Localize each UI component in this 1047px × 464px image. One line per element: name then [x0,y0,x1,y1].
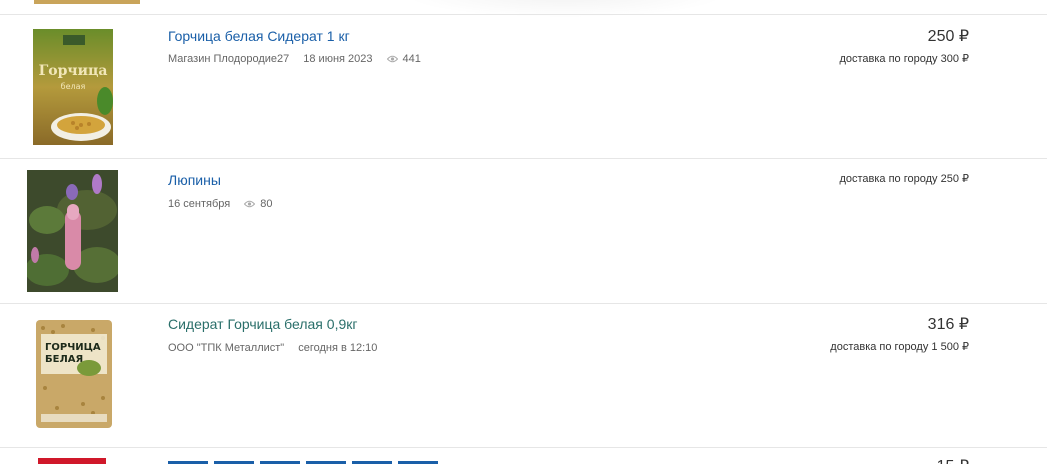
svg-text:белая: белая [61,82,86,91]
view-count: 441 [402,53,421,65]
listing-date: 16 сентября [168,198,231,210]
listing-meta: 16 сентября 80 [168,198,272,210]
divider [0,14,1047,15]
eye-icon [244,200,256,208]
divider [0,447,1047,448]
svg-text:ГОРЧИЦА: ГОРЧИЦА [45,342,101,353]
delivery-info: доставка по городу 300 ₽ [839,53,969,65]
svg-text:БЕЛАЯ: БЕЛАЯ [45,354,83,365]
listing-image-partial[interactable] [34,0,140,4]
listing-image[interactable]: ГОРЧИЦА БЕЛАЯ [33,318,115,432]
listing-price: 316 ₽ [927,316,969,333]
divider [0,303,1047,304]
listing-price: 15 ₽ [937,456,969,464]
eye-icon [386,55,398,63]
seller-name[interactable]: Магазин Плодородие27 [168,53,289,65]
delivery-info: доставка по городу 250 ₽ [839,173,969,185]
hover-shadow [400,0,730,18]
listing-price: 250 ₽ [927,28,969,45]
listing-date: 18 июня 2023 [303,53,373,65]
listing-title[interactable]: Сидерат Горчица белая 0,9кг [168,316,357,332]
listing-image[interactable] [27,170,118,292]
listing-meta: Магазин Плодородие27 18 июня 2023 441 [168,53,421,65]
listing-image[interactable]: Горчица белая [33,29,113,145]
listing-date: сегодня в 12:10 [298,342,378,354]
svg-text:Горчица: Горчица [39,63,108,79]
listing-title[interactable]: Люпины [168,172,221,188]
listing-image[interactable] [38,458,106,464]
listing-meta: ООО "ТПК Металлист" сегодня в 12:10 [168,342,377,354]
listing-title[interactable]: Горчица белая Сидерат 1 кг [168,28,350,44]
seller-name[interactable]: ООО "ТПК Металлист" [168,342,284,354]
divider [0,158,1047,159]
delivery-info: доставка по городу 1 500 ₽ [830,341,969,353]
view-count: 80 [260,198,273,210]
